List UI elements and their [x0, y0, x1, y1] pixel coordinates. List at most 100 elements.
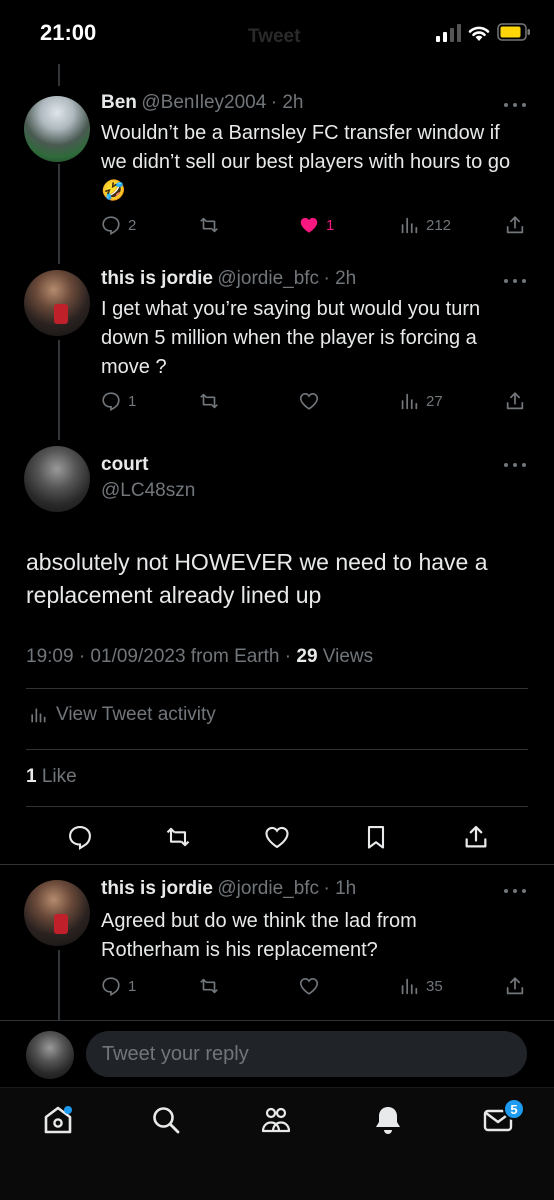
reply-composer: [0, 1021, 554, 1087]
reply-button[interactable]: 2: [100, 212, 136, 238]
author-handle[interactable]: @LC48szn: [101, 480, 195, 502]
composer-avatar[interactable]: [26, 1031, 74, 1079]
avatar-jordie[interactable]: [24, 270, 90, 336]
view-tweet-activity-link[interactable]: View Tweet activity: [28, 702, 216, 728]
views-count: 35: [426, 977, 443, 995]
main-tweet-actions: [0, 823, 554, 851]
share-button[interactable]: [504, 212, 526, 238]
heart-icon[interactable]: [263, 823, 291, 851]
share-button[interactable]: [504, 973, 526, 999]
likes-count: 1: [26, 766, 37, 787]
activity-label: View Tweet activity: [56, 704, 216, 725]
views-chart-icon: [401, 217, 418, 234]
tweet-text: I get what you’re saying but would you t…: [101, 298, 481, 378]
author-handle[interactable]: @BenIley2004: [141, 92, 266, 113]
tweet-header: this is jordie @jordie_bfc · 1h: [101, 878, 356, 900]
reply-input[interactable]: [86, 1031, 527, 1077]
reply-icon: [102, 216, 120, 236]
tweet-actions: 2 1 212: [100, 212, 530, 238]
author-name[interactable]: this is jordie: [101, 878, 213, 899]
more-options-icon[interactable]: [504, 888, 526, 894]
tweet-time: · 2h: [323, 268, 357, 289]
reply-count: 1: [128, 392, 137, 410]
status-center-title: Tweet: [248, 26, 301, 47]
cellular-signal-icon: [436, 24, 461, 42]
wifi-icon: [468, 26, 490, 41]
reply-button[interactable]: 1: [100, 388, 136, 414]
home-icon[interactable]: [40, 1102, 76, 1138]
heart-filled-icon: [300, 217, 318, 233]
thread-line-top: [58, 64, 60, 86]
views-chart-icon: [401, 978, 418, 995]
thread-line: [58, 950, 60, 1020]
thread-line: [58, 340, 60, 440]
more-options-icon[interactable]: [504, 102, 526, 108]
like-button[interactable]: [298, 388, 320, 414]
reply-button[interactable]: 1: [100, 973, 136, 999]
like-button[interactable]: [298, 973, 320, 999]
author-name[interactable]: this is jordie: [101, 268, 213, 289]
retweet-button[interactable]: [198, 973, 220, 999]
tweet-actions: 1 27: [100, 388, 530, 414]
tweet-actions: 1 35: [100, 973, 530, 999]
messages-badge-count: 5: [510, 1101, 518, 1117]
main-tweet-text: absolutely not HOWEVER we need to have a…: [26, 549, 488, 608]
analytics-icon: [31, 708, 46, 723]
share-icon: [506, 392, 524, 410]
share-icon[interactable]: [462, 823, 490, 851]
tweet-time: · 2h: [270, 92, 304, 113]
retweet-icon[interactable]: [164, 823, 192, 851]
views-chart-icon: [401, 393, 418, 410]
share-button[interactable]: [504, 388, 526, 414]
tweet-header: this is jordie @jordie_bfc · 2h: [101, 268, 356, 290]
retweet-icon: [200, 217, 218, 233]
main-tweet: court @LC48szn absolutely not HOWEVER we…: [0, 440, 554, 864]
like-button[interactable]: 1: [298, 212, 334, 238]
search-icon[interactable]: [148, 1102, 184, 1138]
messages-badge: 5: [503, 1098, 525, 1120]
author-name[interactable]: court: [101, 454, 149, 476]
likes-summary[interactable]: 1 Like: [26, 766, 77, 788]
retweet-icon: [200, 393, 218, 409]
retweet-button[interactable]: [198, 212, 220, 238]
author-name[interactable]: Ben: [101, 92, 137, 113]
views-count: 29: [296, 646, 318, 667]
battery-icon: [497, 23, 530, 41]
views-button[interactable]: 35: [398, 973, 443, 999]
avatar-ben[interactable]: [24, 96, 90, 162]
tweet-text: Wouldn’t be a Barnsley FC transfer windo…: [101, 122, 511, 202]
views-count: 212: [426, 216, 452, 234]
divider: [26, 688, 528, 689]
tweet-time: · 1h: [323, 878, 357, 899]
more-options-icon[interactable]: [504, 278, 526, 284]
author-handle[interactable]: @jordie_bfc: [217, 268, 319, 289]
heart-icon: [299, 393, 319, 410]
avatar-court[interactable]: [24, 446, 90, 512]
status-bar: 21:00 Tweet: [0, 0, 554, 64]
tweet-text: Agreed but do we think the lad from Roth…: [101, 910, 417, 961]
retweet-button[interactable]: [198, 388, 220, 414]
communities-icon[interactable]: [258, 1102, 294, 1138]
views-button[interactable]: 212: [398, 212, 451, 238]
reply-count: 1: [128, 977, 137, 995]
views-count: 27: [426, 392, 443, 410]
share-icon: [506, 977, 524, 995]
bookmark-icon[interactable]: [362, 823, 390, 851]
divider: [0, 864, 554, 865]
divider: [26, 749, 528, 750]
reply-count: 2: [128, 216, 137, 234]
reply-icon[interactable]: [66, 823, 94, 851]
notifications-bell-icon[interactable]: [370, 1102, 406, 1138]
author-handle[interactable]: @jordie_bfc: [217, 878, 319, 899]
share-icon: [506, 216, 524, 234]
views-button[interactable]: 27: [398, 388, 443, 414]
thread-line: [58, 164, 60, 264]
avatar-jordie[interactable]: [24, 880, 90, 946]
status-time: 21:00: [40, 20, 97, 45]
likes-label: Like: [36, 766, 77, 787]
retweet-icon: [200, 978, 218, 994]
more-options-icon[interactable]: [504, 462, 526, 468]
heart-icon: [299, 978, 319, 995]
tweet-timestamp: 19:09 · 01/09/2023 from Earth ·: [26, 646, 297, 667]
like-count: 1: [326, 216, 335, 234]
